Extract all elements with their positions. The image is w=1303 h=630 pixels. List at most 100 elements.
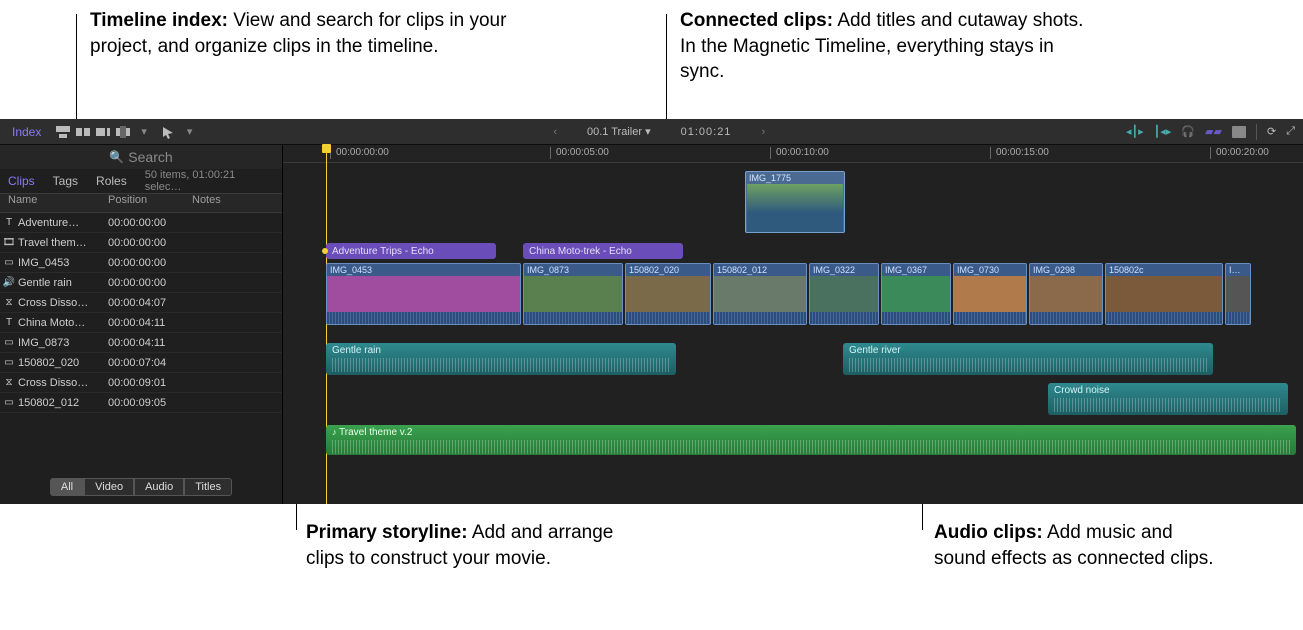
connect-clip-icon[interactable] xyxy=(55,125,71,139)
video-clip-label: 150802c xyxy=(1106,264,1222,276)
append-clip-icon[interactable] xyxy=(95,125,111,139)
audio-label: Gentle river xyxy=(849,345,901,356)
video-clip[interactable]: IMG_0298 xyxy=(1029,263,1103,325)
video-audio-wave xyxy=(524,312,622,324)
row-type-icon: ▭ xyxy=(0,397,18,408)
video-clip[interactable]: IMG_0453 xyxy=(326,263,521,325)
row-type-icon: ⧖ xyxy=(0,377,18,388)
select-tool-dropdown-icon[interactable]: ▾ xyxy=(187,125,193,138)
table-row[interactable]: ⧖Cross Disso…00:00:04:07 xyxy=(0,293,282,313)
title-clip[interactable]: Adventure Trips - Echo xyxy=(326,243,496,259)
video-clip[interactable]: IMG_0322 xyxy=(809,263,879,325)
video-clip[interactable]: 150802_020 xyxy=(625,263,711,325)
index-tabs: Clips Tags Roles 50 items, 01:00:21 sele… xyxy=(0,169,282,193)
index-filters: All Video Audio Titles xyxy=(0,473,282,504)
timeline-index-panel: 🔍 Search Clips Tags Roles 50 items, 01:0… xyxy=(0,145,283,504)
callout-primary-storyline: Primary storyline: Add and arrange clips… xyxy=(306,520,626,571)
next-edit-icon[interactable]: › xyxy=(761,126,765,138)
app-window: Index ▾ ▾ ‹ 00.1 Trailer ▾ 01:00:21 › ◂┃… xyxy=(0,119,1303,504)
index-selection-info: 50 items, 01:00:21 selec… xyxy=(145,169,274,193)
clip-appearance-icon[interactable] xyxy=(1232,126,1246,138)
audio-skimming-icon[interactable]: ◂┃▸ xyxy=(1126,125,1144,138)
row-position: 00:00:04:11 xyxy=(108,317,186,329)
primary-storyline[interactable]: IMG_0453IMG_0873150802_020150802_012IMG_… xyxy=(326,263,1303,325)
col-notes[interactable]: Notes xyxy=(186,194,282,212)
table-row[interactable]: ⧖Cross Disso…00:00:09:01 xyxy=(0,373,282,393)
skimming-icon[interactable]: ┃◂▸ xyxy=(1154,125,1172,138)
project-title[interactable]: 00.1 Trailer ▾ xyxy=(587,125,651,138)
title-clip[interactable]: China Moto-trek - Echo xyxy=(523,243,683,259)
video-clip-label: IMG_0873 xyxy=(524,264,622,276)
table-row[interactable]: TAdventure…00:00:00:00 xyxy=(0,213,282,233)
video-audio-wave xyxy=(882,312,950,324)
table-row[interactable]: 🔊Gentle rain00:00:00:00 xyxy=(0,273,282,293)
video-clip[interactable]: IMG_0730 xyxy=(953,263,1027,325)
audio-clip-music[interactable]: ♪ Travel theme v.2 xyxy=(326,425,1296,455)
audio-clip-rain[interactable]: Gentle rain xyxy=(326,343,676,375)
filter-all[interactable]: All xyxy=(50,478,84,496)
callout-audio-clips: Audio clips: Add music and sound effects… xyxy=(934,520,1214,571)
ruler-tick: 00:00:15:00 xyxy=(996,147,1049,158)
connected-clip-label: IMG_1775 xyxy=(746,173,844,183)
tab-tags[interactable]: Tags xyxy=(53,174,78,188)
table-row[interactable]: ▭IMG_045300:00:00:00 xyxy=(0,253,282,273)
audio-clip-river[interactable]: Gentle river xyxy=(843,343,1213,375)
select-tool-icon[interactable] xyxy=(161,125,177,139)
row-type-icon: ▭ xyxy=(0,357,18,368)
video-thumb xyxy=(810,276,878,312)
row-name: China Moto… xyxy=(18,317,108,329)
table-row[interactable]: ▭150802_02000:00:07:04 xyxy=(0,353,282,373)
table-row[interactable]: ▭IMG_087300:00:04:11 xyxy=(0,333,282,353)
row-name: IMG_0453 xyxy=(18,257,108,269)
video-audio-wave xyxy=(1030,312,1102,324)
table-row[interactable]: ▭150802_01200:00:09:05 xyxy=(0,393,282,413)
tab-clips[interactable]: Clips xyxy=(8,174,35,188)
video-thumb xyxy=(954,276,1026,312)
loop-icon[interactable]: ⟳ xyxy=(1267,125,1276,138)
video-clip[interactable]: 150802_012 xyxy=(713,263,807,325)
overwrite-clip-icon[interactable] xyxy=(115,125,131,139)
project-timecode: 01:00:21 xyxy=(681,126,732,138)
solo-icon[interactable]: 🎧 xyxy=(1181,125,1195,138)
video-clip[interactable]: IMG_0873 xyxy=(523,263,623,325)
tab-roles[interactable]: Roles xyxy=(96,174,127,188)
filter-audio[interactable]: Audio xyxy=(134,478,184,496)
timeline-area[interactable]: 00:00:00:0000:00:05:0000:00:10:0000:00:1… xyxy=(283,145,1303,504)
table-row[interactable]: TChina Moto…00:00:04:11 xyxy=(0,313,282,333)
row-position: 00:00:00:00 xyxy=(108,237,186,249)
filter-video[interactable]: Video xyxy=(84,478,134,496)
tools-dropdown-icon[interactable]: ▾ xyxy=(141,125,147,138)
table-row[interactable]: 🎞Travel them…00:00:00:00 xyxy=(0,233,282,253)
callout-connected-clips: Connected clips: Add titles and cutaway … xyxy=(680,8,1100,85)
audio-clip-crowd[interactable]: Crowd noise xyxy=(1048,383,1288,415)
video-clip[interactable]: IMG_0367 xyxy=(881,263,951,325)
clip-insert-tools xyxy=(55,125,131,139)
video-clip-label: IMG_0453 xyxy=(327,264,520,276)
video-thumb xyxy=(882,276,950,312)
connected-clip[interactable]: IMG_1775 xyxy=(745,171,845,233)
prev-edit-icon[interactable]: ‹ xyxy=(553,126,557,138)
video-clip-label: I… xyxy=(1226,264,1250,276)
snapping-icon[interactable]: ▰▰ xyxy=(1205,125,1222,138)
row-name: 150802_020 xyxy=(18,357,108,369)
index-button[interactable]: Index xyxy=(8,125,45,139)
col-position[interactable]: Position xyxy=(108,194,186,212)
timeline-topbar: Index ▾ ▾ ‹ 00.1 Trailer ▾ 01:00:21 › ◂┃… xyxy=(0,119,1303,145)
video-audio-wave xyxy=(1226,312,1250,324)
video-thumb xyxy=(327,276,520,312)
timeline-ruler[interactable]: 00:00:00:0000:00:05:0000:00:10:0000:00:1… xyxy=(283,145,1303,163)
audio-label: Travel theme v.2 xyxy=(339,427,412,438)
row-position: 00:00:00:00 xyxy=(108,217,186,229)
video-audio-wave xyxy=(810,312,878,324)
filter-titles[interactable]: Titles xyxy=(184,478,232,496)
full-screen-icon[interactable]: ⤢ xyxy=(1286,125,1295,138)
video-clip[interactable]: 150802c xyxy=(1105,263,1223,325)
video-clip[interactable]: I… xyxy=(1225,263,1251,325)
index-column-headers: Name Position Notes xyxy=(0,193,282,213)
index-search[interactable]: 🔍 Search xyxy=(0,145,282,169)
row-name: Gentle rain xyxy=(18,277,108,289)
row-name: Adventure… xyxy=(18,217,108,229)
col-name[interactable]: Name xyxy=(0,194,108,212)
ruler-tick: 00:00:20:00 xyxy=(1216,147,1269,158)
insert-clip-icon[interactable] xyxy=(75,125,91,139)
